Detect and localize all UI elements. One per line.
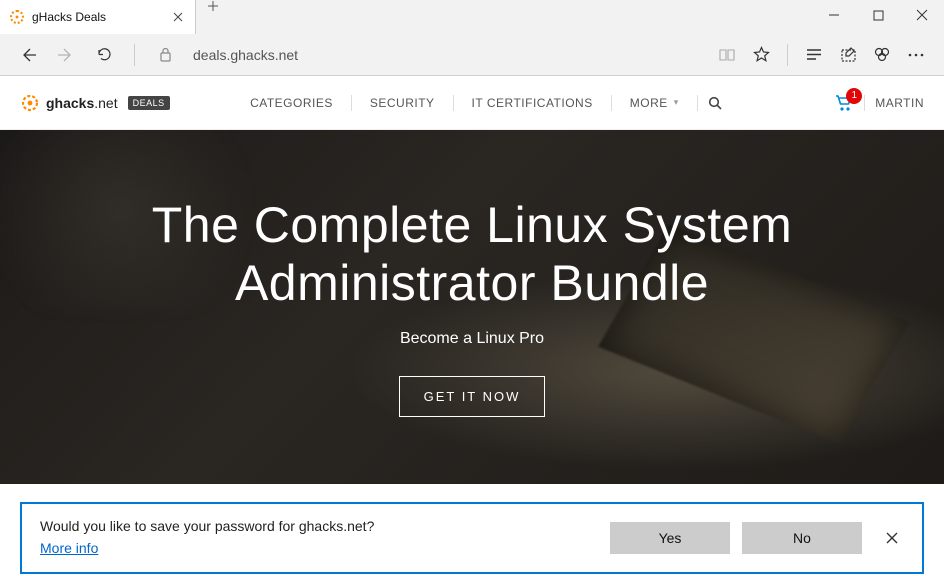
- close-prompt-icon[interactable]: [880, 526, 904, 550]
- nav-it-certifications[interactable]: IT CERTIFICATIONS: [454, 96, 611, 110]
- tab-title: gHacks Deals: [32, 10, 171, 24]
- cart-count-badge: 1: [846, 88, 862, 104]
- lock-icon: [149, 39, 181, 71]
- cart-button[interactable]: 1: [834, 94, 854, 112]
- logo-text: ghacks.net: [46, 95, 118, 111]
- nav-categories[interactable]: CATEGORIES: [232, 96, 351, 110]
- nav-security[interactable]: SECURITY: [352, 96, 453, 110]
- reading-view-icon[interactable]: [711, 39, 743, 71]
- header-right: 1 MARTIN: [834, 94, 924, 112]
- browser-toolbar: deals.ghacks.net: [0, 34, 944, 76]
- forward-button[interactable]: [50, 39, 82, 71]
- close-window-button[interactable]: [900, 0, 944, 30]
- address-bar[interactable]: deals.ghacks.net: [187, 47, 705, 63]
- yes-button[interactable]: Yes: [610, 522, 730, 554]
- user-name[interactable]: MARTIN: [875, 96, 924, 110]
- tab-favicon: [10, 10, 24, 24]
- notification-area: Would you like to save your password for…: [0, 488, 944, 576]
- hub-icon[interactable]: [798, 39, 830, 71]
- window-controls: [812, 0, 944, 30]
- close-tab-icon[interactable]: [171, 10, 185, 24]
- prompt-message: Would you like to save your password for…: [40, 518, 610, 534]
- hero-title: The Complete Linux SystemAdministrator B…: [112, 197, 833, 312]
- browser-tab[interactable]: gHacks Deals: [0, 0, 196, 34]
- chevron-down-icon: ▾: [674, 97, 679, 108]
- notes-icon[interactable]: [832, 39, 864, 71]
- nav-more[interactable]: MORE▾: [612, 96, 697, 110]
- hero-banner: The Complete Linux SystemAdministrator B…: [0, 130, 944, 484]
- browser-titlebar: gHacks Deals: [0, 0, 944, 34]
- more-info-link[interactable]: More info: [40, 540, 98, 556]
- site-header: ghacks.net DEALS CATEGORIES SECURITY IT …: [0, 76, 944, 130]
- logo-icon: [20, 93, 40, 113]
- save-password-prompt: Would you like to save your password for…: [20, 502, 924, 574]
- main-nav: CATEGORIES SECURITY IT CERTIFICATIONS MO…: [130, 95, 835, 111]
- no-button[interactable]: No: [742, 522, 862, 554]
- favorite-icon[interactable]: [745, 39, 777, 71]
- hero-subtitle: Become a Linux Pro: [400, 330, 544, 348]
- refresh-button[interactable]: [88, 39, 120, 71]
- new-tab-button[interactable]: [196, 0, 230, 12]
- share-icon[interactable]: [866, 39, 898, 71]
- cta-button[interactable]: GET IT NOW: [399, 376, 546, 417]
- maximize-button[interactable]: [856, 0, 900, 30]
- minimize-button[interactable]: [812, 0, 856, 30]
- search-icon[interactable]: [698, 96, 732, 110]
- more-icon[interactable]: [900, 39, 932, 71]
- back-button[interactable]: [12, 39, 44, 71]
